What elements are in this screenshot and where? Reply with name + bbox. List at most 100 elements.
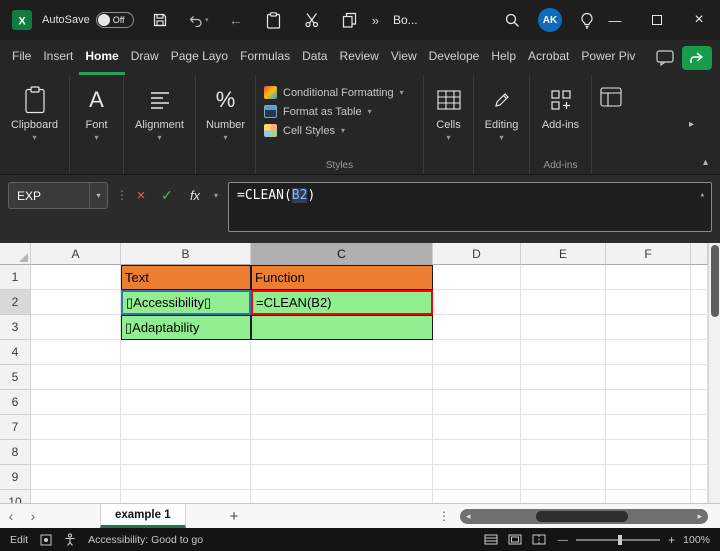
font-group[interactable]: A Font ▾ (70, 75, 124, 174)
col-header-d[interactable]: D (433, 243, 521, 265)
tab-page-layout[interactable]: Page Layo (165, 40, 234, 75)
tab-power-pivot[interactable]: Power Piv (575, 40, 641, 75)
hscroll-thumb[interactable] (535, 510, 628, 522)
cell-b6[interactable] (121, 390, 251, 415)
name-box-dropdown-icon[interactable]: ▾ (89, 183, 107, 208)
tab-review[interactable]: Review (333, 40, 384, 75)
alignment-group[interactable]: Alignment ▾ (124, 75, 196, 174)
cell-c7[interactable] (251, 415, 433, 440)
cell-a10[interactable] (31, 490, 121, 503)
ribbon-collapse-icon[interactable]: ▴ (703, 157, 708, 168)
name-box[interactable]: EXP ▾ (8, 182, 108, 209)
cell-c3[interactable] (251, 315, 433, 340)
add-sheet-icon[interactable]: + (230, 508, 239, 525)
cell-c5[interactable] (251, 365, 433, 390)
cell-b1[interactable]: Text (121, 265, 251, 290)
avatar[interactable]: AK (538, 8, 562, 32)
cell-e7[interactable] (521, 415, 606, 440)
cell-f9[interactable] (606, 465, 691, 490)
cell-d5[interactable] (433, 365, 521, 390)
cell-f4[interactable] (606, 340, 691, 365)
cell-b9[interactable] (121, 465, 251, 490)
col-header-c[interactable]: C (251, 243, 433, 265)
cell-a8[interactable] (31, 440, 121, 465)
zoom-out-icon[interactable]: — (558, 534, 569, 546)
cancel-entry-icon[interactable]: × (128, 182, 154, 209)
undo-icon[interactable]: ▾ (186, 13, 210, 27)
row-header-3[interactable]: 3 (0, 315, 31, 340)
close-button[interactable]: × (678, 0, 720, 40)
cell-b2[interactable]: ▯Accessibility▯ (121, 290, 251, 315)
normal-view-icon[interactable] (484, 534, 498, 545)
cell-d4[interactable] (433, 340, 521, 365)
cut-icon[interactable] (300, 12, 324, 28)
cell-f5[interactable] (606, 365, 691, 390)
redo-icon[interactable]: ← (224, 12, 248, 28)
row-header-5[interactable]: 5 (0, 365, 31, 390)
sheet-tab-example-1[interactable]: example 1 (100, 504, 186, 528)
cell-b4[interactable] (121, 340, 251, 365)
formula-bar-collapse-icon[interactable]: ▴ (700, 190, 705, 200)
cell-e9[interactable] (521, 465, 606, 490)
conditional-formatting-button[interactable]: Conditional Formatting ▾ (264, 83, 404, 102)
hscroll-left-icon[interactable]: ◂ (466, 511, 471, 522)
cell-d8[interactable] (433, 440, 521, 465)
comments-icon[interactable] (656, 49, 674, 66)
col-header-f[interactable]: F (606, 243, 691, 265)
tab-draw[interactable]: Draw (125, 40, 165, 75)
cell-d7[interactable] (433, 415, 521, 440)
cell-b5[interactable] (121, 365, 251, 390)
horizontal-scrollbar[interactable]: ◂ ▸ (460, 508, 708, 524)
cell-e1[interactable] (521, 265, 606, 290)
vertical-scrollbar[interactable] (708, 243, 720, 503)
editing-group[interactable]: Editing ▾ (474, 75, 530, 174)
cell-d1[interactable] (433, 265, 521, 290)
tab-developer[interactable]: Develope (423, 40, 486, 75)
paste-icon[interactable] (262, 11, 286, 29)
col-header-e[interactable]: E (521, 243, 606, 265)
tab-insert[interactable]: Insert (37, 40, 79, 75)
confirm-entry-icon[interactable]: ✓ (154, 182, 180, 209)
cell-a3[interactable] (31, 315, 121, 340)
cell-c10[interactable] (251, 490, 433, 503)
cell-e10[interactable] (521, 490, 606, 503)
tab-acrobat[interactable]: Acrobat (522, 40, 575, 75)
vertical-scrollbar-thumb[interactable] (711, 245, 719, 317)
tab-view[interactable]: View (385, 40, 423, 75)
tab-file[interactable]: File (6, 40, 37, 75)
cell-e6[interactable] (521, 390, 606, 415)
search-icon[interactable] (504, 12, 520, 28)
cell-c1[interactable]: Function (251, 265, 433, 290)
formula-input[interactable]: =CLEAN(B2) ▴ (228, 182, 712, 232)
row-header-10[interactable]: 10 (0, 490, 31, 503)
row-header-1[interactable]: 1 (0, 265, 31, 290)
sheet-nav-right-icon[interactable]: › (22, 508, 44, 524)
cell-e3[interactable] (521, 315, 606, 340)
cell-b7[interactable] (121, 415, 251, 440)
cell-a6[interactable] (31, 390, 121, 415)
tab-home[interactable]: Home (79, 40, 125, 75)
undo-dropdown-icon[interactable]: ▾ (205, 16, 209, 24)
clipboard-group[interactable]: Clipboard ▾ (0, 75, 70, 174)
page-layout-view-icon[interactable] (508, 534, 522, 545)
select-all-corner[interactable] (0, 243, 31, 265)
cell-c2[interactable]: =CLEAN(B2) (251, 290, 433, 315)
format-as-table-button[interactable]: Format as Table ▾ (264, 102, 372, 121)
col-header-a[interactable]: A (31, 243, 121, 265)
col-header-b[interactable]: B (121, 243, 251, 265)
copy-icon[interactable] (338, 12, 362, 28)
cell-f3[interactable] (606, 315, 691, 340)
cell-d10[interactable] (433, 490, 521, 503)
minimize-button[interactable]: — (594, 0, 636, 40)
row-header-9[interactable]: 9 (0, 465, 31, 490)
sheet-menu-icon[interactable]: ⋮ (438, 509, 450, 523)
cell-f2[interactable] (606, 290, 691, 315)
cells-group[interactable]: Cells ▾ (424, 75, 474, 174)
ribbon-more-icon[interactable]: ▸ (689, 119, 694, 130)
cell-a4[interactable] (31, 340, 121, 365)
cell-a9[interactable] (31, 465, 121, 490)
maximize-button[interactable] (636, 0, 678, 40)
cell-c9[interactable] (251, 465, 433, 490)
cell-e8[interactable] (521, 440, 606, 465)
hscroll-right-icon[interactable]: ▸ (697, 511, 702, 522)
